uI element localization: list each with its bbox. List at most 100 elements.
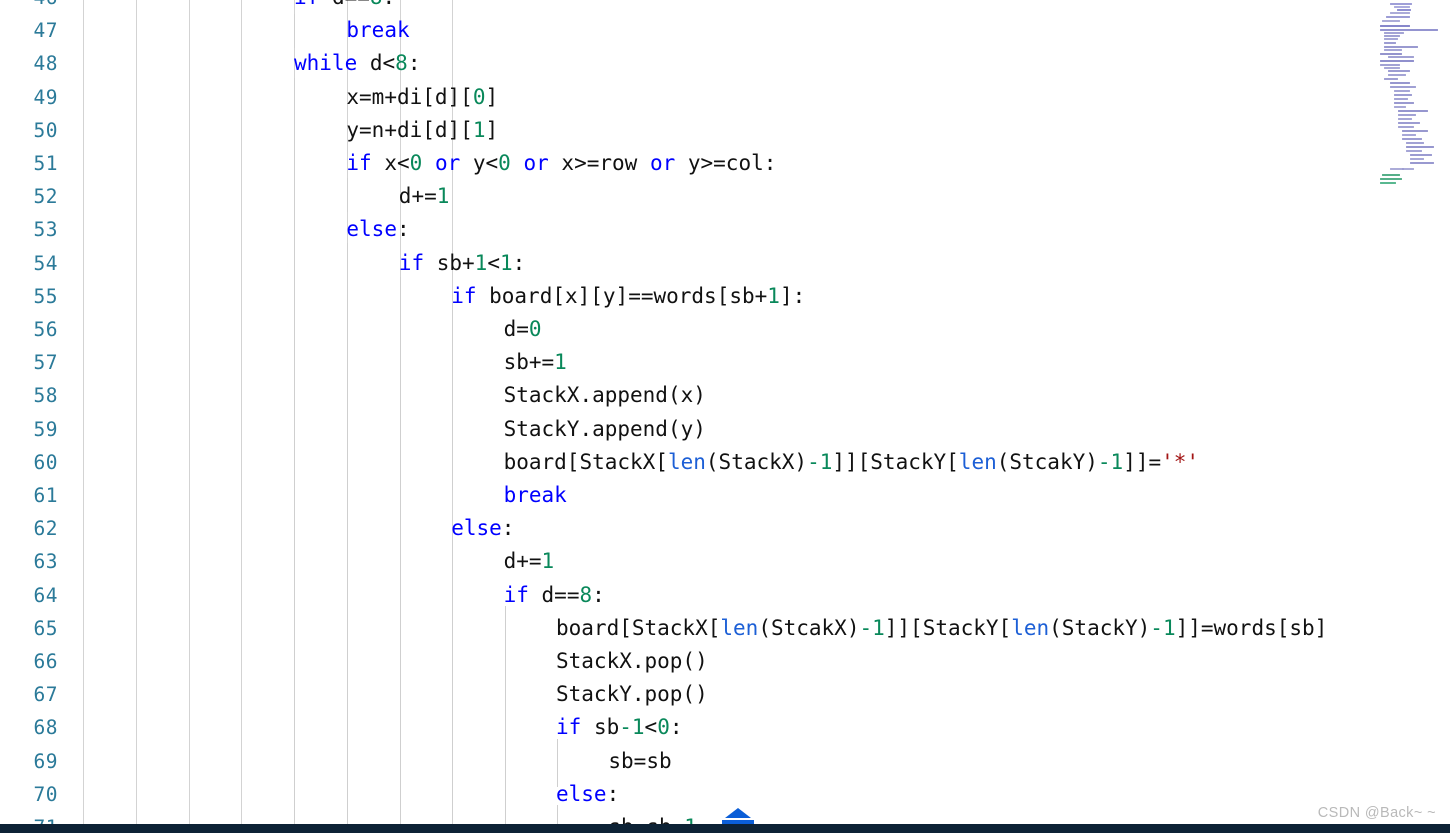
code-line[interactable]: x=m+di[d][0] bbox=[346, 81, 498, 114]
minimap-code-row bbox=[1398, 110, 1428, 112]
code-token-num: 1 bbox=[554, 350, 567, 375]
line-number[interactable]: 46 bbox=[0, 0, 58, 14]
status-bar bbox=[0, 824, 1450, 833]
code-token-plain: : bbox=[512, 250, 526, 275]
code-editor-window: 4647484950515253545556575859606162636465… bbox=[0, 0, 1450, 833]
code-token-kw: break bbox=[346, 18, 410, 43]
minimap-code-row bbox=[1398, 118, 1412, 120]
code-token-plain: < bbox=[644, 715, 658, 740]
code-token-str: '*' bbox=[1161, 449, 1200, 474]
code-token-fn: len bbox=[720, 615, 759, 640]
line-number[interactable]: 61 bbox=[0, 479, 58, 512]
code-line[interactable]: board[StackX[len(StcakX)-1]][StackY[len(… bbox=[556, 612, 1327, 645]
code-token-plain: sb=sb bbox=[608, 748, 672, 773]
code-line[interactable]: break bbox=[346, 14, 409, 47]
line-number[interactable]: 67 bbox=[0, 678, 58, 711]
code-line[interactable]: break bbox=[504, 479, 567, 512]
line-number[interactable]: 63 bbox=[0, 545, 58, 578]
minimap-code-row bbox=[1402, 138, 1422, 140]
code-token-plain: : bbox=[592, 582, 605, 607]
code-token-num: 0 bbox=[528, 317, 542, 341]
code-token-kw: while bbox=[294, 51, 370, 76]
minimap-code-row bbox=[1394, 98, 1408, 100]
code-line[interactable]: if sb+1<1: bbox=[399, 247, 526, 280]
code-token-plain: x< bbox=[384, 151, 410, 175]
code-token-plain: StackY.append(y) bbox=[503, 416, 706, 441]
code-line[interactable]: d+=1 bbox=[399, 180, 450, 213]
code-text-area[interactable]: if d==8:breakwhile d<8:x=m+di[d][0]y=n+d… bbox=[0, 0, 1450, 833]
code-token-num: -1 bbox=[1150, 615, 1176, 640]
line-number[interactable]: 56 bbox=[0, 313, 58, 346]
code-token-num: 0 bbox=[472, 84, 486, 109]
code-token-plain: StackY.pop() bbox=[556, 682, 708, 707]
code-line[interactable]: StackY.append(y) bbox=[504, 413, 706, 446]
line-number[interactable]: 60 bbox=[0, 446, 58, 479]
line-number[interactable]: 54 bbox=[0, 247, 58, 280]
minimap-code-row bbox=[1380, 178, 1402, 180]
line-number[interactable]: 70 bbox=[0, 778, 58, 811]
minimap-code-row bbox=[1388, 56, 1414, 58]
code-token-plain: d== bbox=[541, 582, 580, 607]
line-number[interactable]: 57 bbox=[0, 346, 58, 379]
minimap-code-row bbox=[1380, 182, 1396, 184]
line-number[interactable]: 66 bbox=[0, 645, 58, 678]
line-number-gutter[interactable]: 4647484950515253545556575859606162636465… bbox=[0, 0, 68, 833]
code-line[interactable]: StackY.pop() bbox=[556, 678, 708, 711]
code-line[interactable]: board[StackX[len(StackX)-1]][StackY[len(… bbox=[504, 446, 1199, 479]
code-line[interactable]: if board[x][y]==words[sb+1]: bbox=[451, 280, 805, 313]
minimap-code-row bbox=[1398, 122, 1420, 124]
minimap-code-row bbox=[1406, 146, 1434, 148]
line-number[interactable]: 68 bbox=[0, 711, 58, 744]
minimap-code-row bbox=[1386, 16, 1410, 18]
line-number[interactable]: 64 bbox=[0, 579, 58, 612]
code-line[interactable]: while d<8: bbox=[294, 47, 420, 80]
code-line[interactable]: else: bbox=[451, 512, 514, 545]
line-number[interactable]: 58 bbox=[0, 379, 58, 412]
minimap-code-row bbox=[1398, 114, 1416, 116]
line-number[interactable]: 49 bbox=[0, 81, 58, 114]
code-line[interactable]: sb=sb bbox=[608, 745, 671, 778]
code-line[interactable]: y=n+di[d][1] bbox=[346, 114, 498, 147]
minimap-code-row bbox=[1382, 20, 1400, 22]
code-token-num: 1 bbox=[767, 283, 780, 308]
code-line[interactable]: if x<0 or y<0 or x>=row or y>=col: bbox=[346, 147, 776, 180]
minimap-code-row bbox=[1402, 134, 1416, 136]
code-token-fn: len bbox=[1011, 615, 1050, 640]
code-line[interactable]: if sb-1<0: bbox=[556, 711, 683, 744]
code-line[interactable]: else: bbox=[346, 213, 409, 246]
line-number[interactable]: 65 bbox=[0, 612, 58, 645]
minimap-code-row bbox=[1382, 174, 1400, 176]
code-minimap[interactable] bbox=[1372, 0, 1450, 824]
code-line[interactable]: else: bbox=[556, 778, 619, 811]
line-number[interactable]: 47 bbox=[0, 14, 58, 47]
line-number[interactable]: 48 bbox=[0, 47, 58, 80]
code-token-num: 1 bbox=[436, 184, 450, 209]
code-line[interactable]: StackX.append(x) bbox=[504, 379, 706, 412]
minimap-code-row bbox=[1398, 126, 1414, 128]
code-token-plain: sb+ bbox=[436, 250, 475, 275]
code-token-plain: d< bbox=[369, 51, 396, 76]
code-token-kw: break bbox=[503, 483, 567, 507]
minimap-code-row bbox=[1384, 42, 1396, 44]
code-line[interactable]: d=0 bbox=[504, 313, 542, 346]
line-number[interactable]: 62 bbox=[0, 512, 58, 545]
minimap-code-row bbox=[1380, 25, 1410, 27]
line-number[interactable]: 51 bbox=[0, 147, 58, 180]
line-number[interactable]: 59 bbox=[0, 413, 58, 446]
line-number[interactable]: 53 bbox=[0, 213, 58, 246]
line-number[interactable]: 52 bbox=[0, 180, 58, 213]
line-number[interactable]: 50 bbox=[0, 114, 58, 147]
code-line[interactable]: d+=1 bbox=[504, 545, 555, 578]
code-token-kw: or bbox=[434, 151, 461, 175]
code-token-num: 8 bbox=[395, 51, 408, 76]
code-line[interactable]: if d==8: bbox=[294, 0, 395, 14]
code-token-plain: board[StackX[ bbox=[556, 615, 721, 640]
code-line[interactable]: if d==8: bbox=[504, 579, 605, 612]
line-number[interactable]: 69 bbox=[0, 745, 58, 778]
minimap-code-row bbox=[1384, 46, 1418, 48]
line-number[interactable]: 55 bbox=[0, 280, 58, 313]
code-line[interactable]: StackX.pop() bbox=[556, 645, 708, 678]
code-token-plain: ]][StackY[ bbox=[832, 449, 959, 474]
code-line[interactable]: sb+=1 bbox=[504, 346, 567, 379]
